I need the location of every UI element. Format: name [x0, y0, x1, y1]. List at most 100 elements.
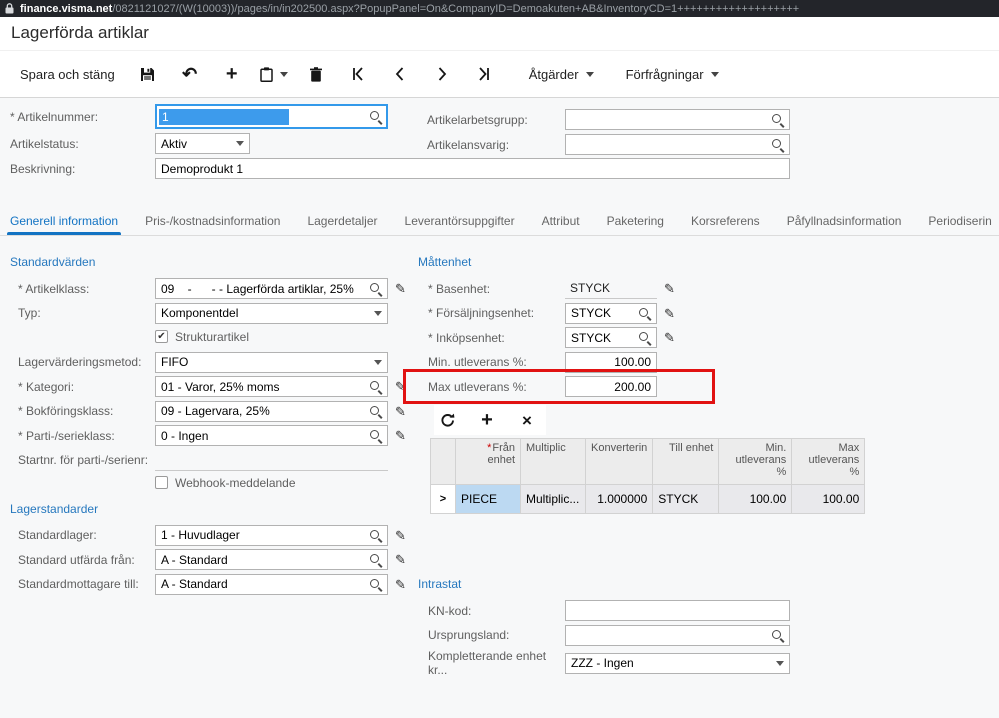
- default-issue-from-input[interactable]: A - Standard: [155, 549, 388, 570]
- search-icon[interactable]: [771, 113, 784, 126]
- description-input[interactable]: Demoprodukt 1: [155, 158, 790, 179]
- previous-record-button[interactable]: [379, 58, 421, 90]
- lock-icon: [5, 3, 14, 14]
- lot-serial-class-input[interactable]: 0 - Ingen: [155, 425, 388, 446]
- origin-country-input[interactable]: [565, 625, 790, 646]
- min-shipment-pct-input[interactable]: 100.00: [565, 352, 657, 373]
- workgroup-input[interactable]: [565, 109, 790, 130]
- tab-leverantorsuppgifter[interactable]: Leverantörsuppgifter: [405, 205, 515, 235]
- edit-pencil-icon[interactable]: [395, 380, 406, 393]
- posting-class-input[interactable]: 09 - Lagervara, 25%: [155, 401, 388, 422]
- add-record-button[interactable]: +: [211, 58, 253, 90]
- first-record-button[interactable]: [337, 58, 379, 90]
- delete-row-button[interactable]: ×: [518, 412, 536, 429]
- kit-checkbox[interactable]: [155, 330, 168, 343]
- col-header-conversion[interactable]: Konverterin: [586, 439, 653, 485]
- edit-pencil-icon[interactable]: [664, 307, 675, 320]
- search-icon[interactable]: [369, 282, 382, 295]
- max-shipment-pct-input[interactable]: 200.00: [565, 376, 657, 397]
- edit-pencil-icon[interactable]: [664, 282, 675, 295]
- search-icon[interactable]: [771, 629, 784, 642]
- browser-address-bar[interactable]: finance.visma.net/0821121027/(W(10003))/…: [0, 0, 999, 17]
- edit-pencil-icon[interactable]: [395, 578, 406, 591]
- tab-paketering[interactable]: Paketering: [607, 205, 664, 235]
- tab-lagerdetaljer[interactable]: Lagerdetaljer: [307, 205, 377, 235]
- nav-last-icon: [477, 67, 491, 81]
- actions-menu-button[interactable]: Åtgärder: [517, 58, 606, 90]
- tab-generell-information[interactable]: Generell information: [10, 205, 118, 235]
- next-record-button[interactable]: [421, 58, 463, 90]
- max-shipment-pct-value: 200.00: [571, 380, 651, 394]
- tab-attribut[interactable]: Attribut: [542, 205, 580, 235]
- item-number-input[interactable]: 1: [155, 104, 388, 129]
- item-class-value: 09 - - - Lagerförda artiklar, 25%: [161, 282, 369, 296]
- edit-pencil-icon[interactable]: [395, 282, 406, 295]
- undo-button[interactable]: ↶: [169, 58, 211, 90]
- type-dropdown[interactable]: Komponentdel: [155, 303, 388, 324]
- search-icon[interactable]: [638, 307, 651, 320]
- row-selector-cell[interactable]: >: [431, 485, 456, 514]
- add-row-button[interactable]: +: [478, 410, 496, 430]
- valuation-dropdown[interactable]: FIFO: [155, 352, 388, 373]
- search-icon[interactable]: [369, 429, 382, 442]
- last-record-button[interactable]: [463, 58, 505, 90]
- search-icon[interactable]: [369, 405, 382, 418]
- save-button[interactable]: [127, 58, 169, 90]
- delete-button[interactable]: [295, 58, 337, 90]
- sales-unit-input[interactable]: STYCK: [565, 303, 657, 324]
- kn-code-input[interactable]: [565, 600, 790, 621]
- col-header-multiply[interactable]: Multiplic: [521, 439, 586, 485]
- cell-from-unit[interactable]: PIECE: [456, 485, 521, 514]
- cell-max-pct[interactable]: 100.00: [792, 485, 865, 514]
- col-header-min-pct[interactable]: Min. utleverans %: [719, 439, 792, 485]
- edit-pencil-icon[interactable]: [395, 553, 406, 566]
- owner-input[interactable]: [565, 134, 790, 155]
- category-value: 01 - Varor, 25% moms: [161, 380, 369, 394]
- supplementary-unit-dropdown[interactable]: ZZZ - Ingen: [565, 653, 790, 674]
- item-status-dropdown[interactable]: Aktiv: [155, 133, 250, 154]
- search-icon[interactable]: [369, 529, 382, 542]
- default-receipt-to-input[interactable]: A - Standard: [155, 574, 388, 595]
- cell-min-pct[interactable]: 100.00: [719, 485, 792, 514]
- category-label: * Kategori:: [10, 380, 155, 394]
- search-icon[interactable]: [369, 578, 382, 591]
- col-header-to-unit[interactable]: Till enhet: [653, 439, 719, 485]
- webhook-checkbox[interactable]: [155, 476, 168, 489]
- cell-conversion[interactable]: 1.000000: [586, 485, 653, 514]
- edit-pencil-icon[interactable]: [395, 405, 406, 418]
- lot-start-input[interactable]: [155, 450, 388, 471]
- col-header-from-unit[interactable]: *Från enhet: [456, 439, 521, 485]
- default-warehouse-input[interactable]: 1 - Huvudlager: [155, 525, 388, 546]
- min-shipment-pct-label: Min. utleverans %:: [410, 355, 565, 369]
- sales-unit-label: * Försäljningsenhet:: [410, 306, 565, 320]
- table-row[interactable]: > PIECE Multiplic... 1.000000 STYCK 100.…: [431, 485, 865, 514]
- edit-pencil-icon[interactable]: [395, 529, 406, 542]
- tab-pris-kostnadsinformation[interactable]: Pris-/kostnadsinformation: [145, 205, 280, 235]
- search-icon[interactable]: [369, 553, 382, 566]
- copy-paste-button[interactable]: [253, 58, 295, 90]
- page-title: Lagerförda artiklar: [11, 23, 149, 43]
- search-icon[interactable]: [771, 138, 784, 151]
- tab-korsreferens[interactable]: Korsreferens: [691, 205, 760, 235]
- lot-start-label: Startnr. för parti-/serienr:: [10, 453, 155, 467]
- title-bar: Lagerförda artiklar: [0, 17, 999, 50]
- tab-pafyllnadsinformation[interactable]: Påfyllnadsinformation: [787, 205, 902, 235]
- item-class-input[interactable]: 09 - - - Lagerförda artiklar, 25%: [155, 278, 388, 299]
- inquiries-menu-button[interactable]: Förfrågningar: [614, 58, 731, 90]
- cell-to-unit[interactable]: STYCK: [653, 485, 719, 514]
- supplementary-unit-value: ZZZ - Ingen: [571, 656, 776, 670]
- save-and-close-button[interactable]: Spara och stäng: [8, 58, 127, 90]
- base-unit-field[interactable]: STYCK: [565, 278, 657, 299]
- edit-pencil-icon[interactable]: [395, 429, 406, 442]
- search-icon[interactable]: [369, 110, 382, 123]
- search-icon[interactable]: [638, 331, 651, 344]
- category-input[interactable]: 01 - Varor, 25% moms: [155, 376, 388, 397]
- tab-periodisering[interactable]: Periodiserin: [928, 205, 991, 235]
- cell-multiply[interactable]: Multiplic...: [521, 485, 586, 514]
- posting-class-value: 09 - Lagervara, 25%: [161, 404, 369, 418]
- col-header-max-pct[interactable]: Max utleverans %: [792, 439, 865, 485]
- search-icon[interactable]: [369, 380, 382, 393]
- refresh-button[interactable]: [438, 413, 456, 428]
- purchase-unit-input[interactable]: STYCK: [565, 327, 657, 348]
- edit-pencil-icon[interactable]: [664, 331, 675, 344]
